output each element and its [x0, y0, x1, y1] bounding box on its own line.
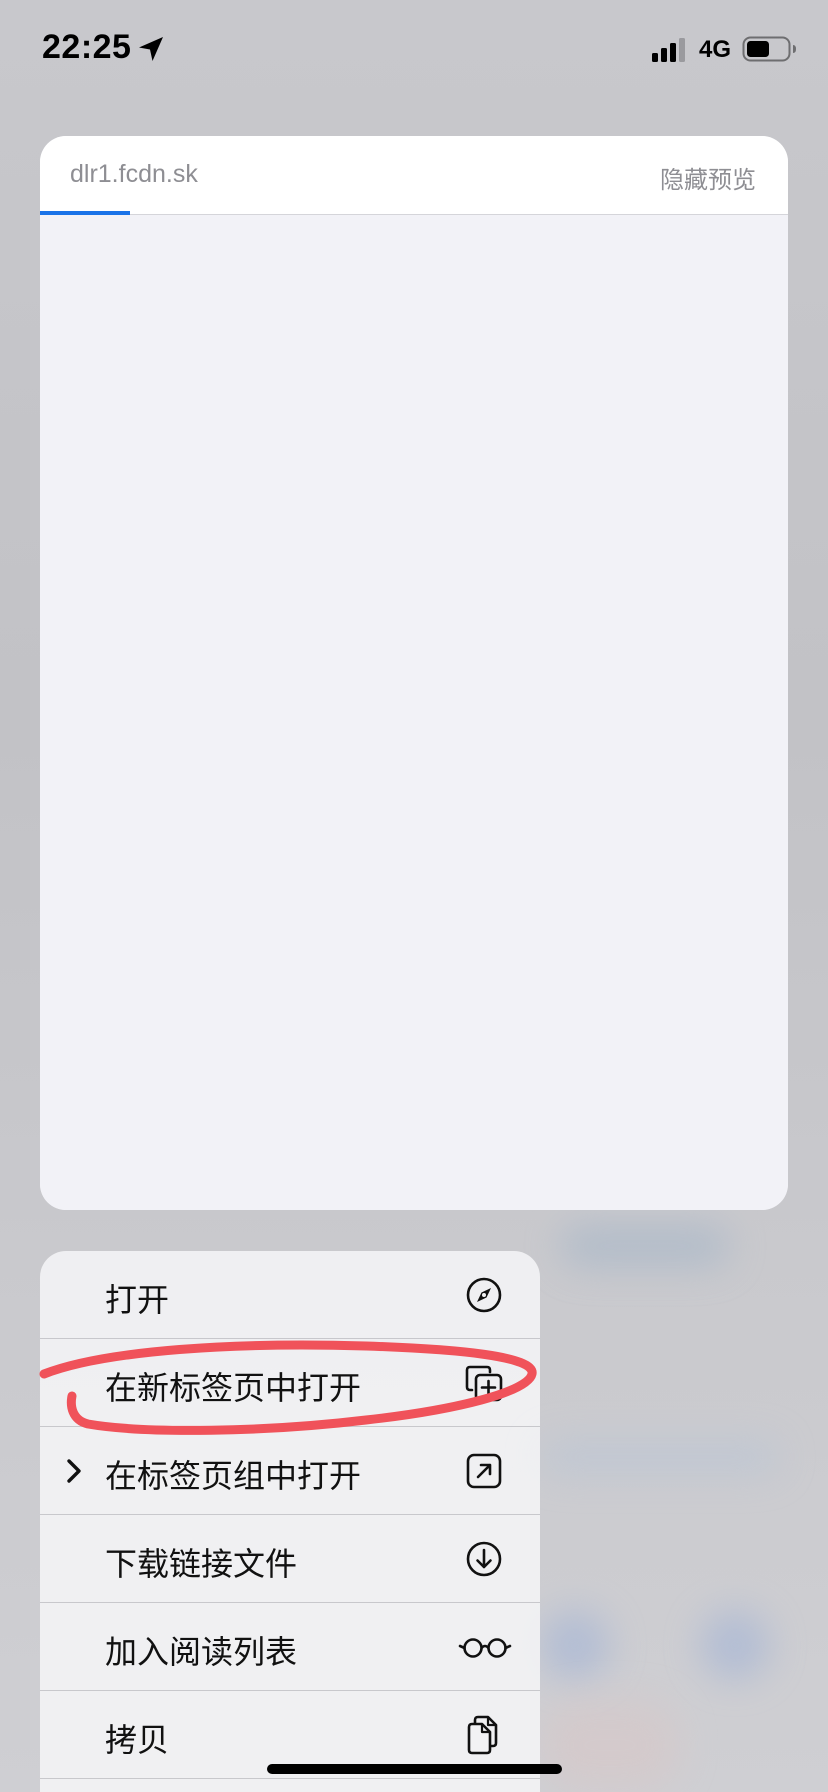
doc-on-doc-icon: [467, 1715, 498, 1755]
menu-item-open[interactable]: 打开: [40, 1251, 540, 1339]
arrow-up-right-square-icon: [466, 1453, 502, 1489]
menu-item-label: 加入阅读列表: [105, 1633, 298, 1671]
background-blur: [560, 1225, 730, 1267]
background-blur: [700, 1610, 770, 1680]
menu-item-download-linked-file[interactable]: 下载链接文件: [40, 1515, 540, 1603]
menu-item-label: 在新标签页中打开: [105, 1369, 362, 1407]
background-blur: [540, 1610, 610, 1680]
link-preview-card[interactable]: dlr1.fcdn.sk 隐藏预览: [40, 136, 788, 1210]
menu-item-open-in-new-tab[interactable]: 在新标签页中打开: [40, 1339, 540, 1427]
menu-item-label: 在标签页组中打开: [105, 1457, 362, 1495]
plus-square-on-square-icon: [465, 1365, 503, 1402]
menu-item-label: 拷贝: [105, 1721, 170, 1759]
hide-preview-button[interactable]: 隐藏预览: [660, 160, 756, 195]
menu-item-add-to-reading-list[interactable]: 加入阅读列表: [40, 1603, 540, 1691]
status-time: 22:25: [42, 28, 132, 66]
status-bar: 22:25 4G: [0, 0, 828, 100]
battery-icon: [742, 36, 796, 62]
menu-item-open-in-tab-group[interactable]: 在标签页组中打开: [40, 1427, 540, 1515]
background-blur: [540, 1700, 680, 1790]
cellular-signal-icon: [652, 38, 685, 62]
link-context-menu: 打开 在新标签页中打开 在标签页组中打开 下载链接文件 加入阅读列表 拷贝: [40, 1251, 540, 1792]
network-type: 4G: [699, 36, 732, 63]
eyeglasses-icon: [458, 1638, 512, 1658]
preview-content-area[interactable]: [40, 215, 788, 1210]
home-indicator[interactable]: [267, 1764, 562, 1774]
menu-item-label: 下载链接文件: [105, 1545, 298, 1583]
chevron-right-icon: [67, 1459, 81, 1483]
background-blur: [540, 1440, 780, 1474]
arrow-down-circle-icon: [466, 1541, 502, 1577]
compass-icon: [466, 1277, 502, 1313]
preview-header: dlr1.fcdn.sk 隐藏预览: [40, 136, 788, 215]
menu-item-label: 打开: [105, 1281, 170, 1319]
preview-url: dlr1.fcdn.sk: [70, 160, 198, 188]
location-arrow-icon: [139, 37, 163, 61]
